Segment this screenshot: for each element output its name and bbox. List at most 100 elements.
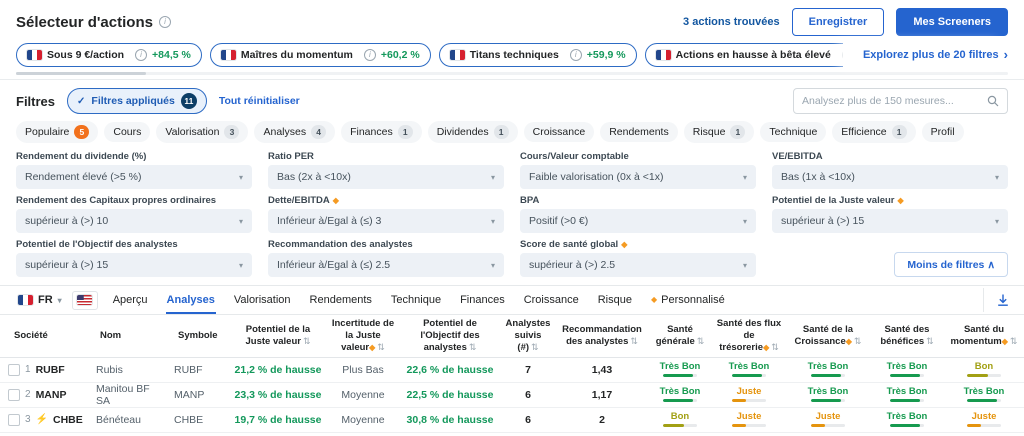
health-bar — [967, 424, 1001, 428]
category-label: Populaire — [25, 126, 70, 138]
filter-control-dette-ebitda: Dette/EBITDA ◆ Inférieur à/Egal à (≤) 3 … — [268, 195, 504, 233]
info-icon: i — [841, 48, 843, 61]
pro-diamond-icon: ◆ — [763, 342, 770, 352]
tab-croissance[interactable]: Croissance — [523, 286, 580, 314]
filter-selected-value: supérieur à (>) 15 — [25, 259, 109, 271]
filter-select[interactable]: Inférieur à/Egal à (≤) 2.5 ▾ — [268, 253, 504, 277]
category-label: Croissance — [532, 126, 586, 138]
preset-pill-titans-techniques[interactable]: Titans techniques i +59,9 % — [438, 42, 637, 67]
preset-filters-bar: Sous 9 €/action i +84,5 % Maîtres du mom… — [0, 40, 1024, 67]
table-row-manp[interactable]: 2 MANP Manitou BF SA MANP 23,3 % de haus… — [0, 383, 1024, 408]
row-checkbox[interactable] — [8, 363, 20, 376]
health-bar — [663, 374, 697, 378]
chevron-down-icon: ▾ — [490, 216, 495, 226]
info-icon: i — [569, 48, 582, 61]
filter-category-analyses[interactable]: Analyses 4 — [254, 121, 336, 143]
column-header-incertitude-de-la-juste-valeur[interactable]: Incertitude de la Juste valeur◆ ⇅ — [326, 315, 400, 357]
tab-finances[interactable]: Finances — [459, 286, 506, 314]
save-button[interactable]: Enregistrer — [791, 8, 885, 36]
column-header-sante-des-flux-de-tresorerie[interactable]: Santé des flux de trésorerie◆ ⇅ — [712, 315, 786, 357]
filter-select[interactable]: Faible valorisation (0x à <1x) ▾ — [520, 165, 756, 189]
download-button[interactable] — [983, 288, 1014, 312]
pro-diamond-icon: ◆ — [650, 295, 658, 304]
health-cell: Bon — [648, 408, 712, 432]
filter-category-cours[interactable]: Cours — [104, 122, 151, 142]
filter-label: Cours/Valeur comptable — [520, 151, 629, 162]
tab-label: Rendements — [309, 294, 372, 306]
column-header-analystes-suivis[interactable]: Analystes suivis (#) ⇅ — [500, 315, 556, 357]
filter-select[interactable]: supérieur à (>) 2.5 ▾ — [520, 253, 756, 277]
filter-select[interactable]: Bas (2x à <10x) ▾ — [268, 165, 504, 189]
reset-filters-link[interactable]: Tout réinitialiser — [219, 95, 300, 107]
fair-value-upside-cell: 19,7 % de hausse — [234, 413, 322, 426]
filter-control-potentiel-de-la-juste-valeur: Potentiel de la Juste valeur ◆ supérieur… — [772, 195, 1008, 233]
column-header-potentiel-de-la-juste-valeur[interactable]: Potentiel de la Juste valeur ⇅ — [230, 315, 326, 357]
france-flag-icon — [18, 295, 33, 305]
tab-personnalise[interactable]: ◆ Personnalisé — [650, 286, 726, 314]
column-header-potentiel-de-l-objectif-des-analystes[interactable]: Potentiel de l'Objectif des analystes ⇅ — [400, 315, 500, 357]
column-header-sante-des-benefices[interactable]: Santé des bénéfices ⇅ — [870, 315, 944, 357]
health-cell: Bon — [944, 358, 1024, 382]
chevron-down-icon: ▾ — [238, 172, 243, 182]
fair-value-upside-cell: 21,2 % de hausse — [234, 363, 322, 376]
pro-diamond-icon: ◆ — [369, 342, 376, 352]
explore-filters-link[interactable]: Explorez plus de 20 filtres › — [850, 42, 1008, 67]
filter-select[interactable]: Bas (1x à <10x) ▾ — [772, 165, 1008, 189]
less-filters-button[interactable]: Moins de filtres ∧ — [894, 252, 1008, 277]
preset-pill-sous-9-action[interactable]: Sous 9 €/action i +84,5 % — [16, 42, 202, 67]
applied-filters-pill[interactable]: ✓ Filtres appliqués 11 — [67, 88, 207, 114]
table-row-rubf[interactable]: 1 RUBF Rubis RUBF 21,2 % de hausse Plus … — [0, 358, 1024, 383]
filter-category-risque[interactable]: Risque 1 — [683, 121, 755, 143]
filter-select[interactable]: Rendement élevé (>5 %) ▾ — [16, 165, 252, 189]
filter-select[interactable]: supérieur à (>) 15 ▾ — [16, 253, 252, 277]
filter-category-technique[interactable]: Technique — [760, 122, 827, 142]
tab-analyses[interactable]: Analyses — [165, 286, 217, 314]
filter-category-croissance[interactable]: Croissance — [523, 122, 595, 142]
france-flag-icon — [27, 49, 42, 60]
results-count-link[interactable]: 3 actions trouvées — [683, 16, 780, 28]
ticker-label: RUBF — [35, 363, 65, 376]
health-label: Très Bon — [659, 385, 701, 397]
presets-scrollbar[interactable] — [16, 72, 1008, 75]
preset-pill-actions-en-hausse-a-beta-eleve[interactable]: Actions en hausse à bêta élevé i +21,8 % — [644, 42, 843, 67]
country-selector[interactable]: FR ▾ — [10, 294, 70, 306]
preset-pill-change: +84,5 % — [152, 48, 191, 61]
tab-apercu[interactable]: Aperçu — [112, 286, 149, 314]
column-header-recommandation-des-analystes[interactable]: Recommandation des analystes ⇅ — [556, 315, 648, 357]
filter-selected-value: supérieur à (>) 10 — [25, 215, 109, 227]
filter-label: Recommandation des analystes — [268, 239, 413, 250]
filter-select[interactable]: supérieur à (>) 15 ▾ — [772, 209, 1008, 233]
tab-rendements[interactable]: Rendements — [309, 286, 373, 314]
measures-search-input[interactable] — [802, 95, 981, 107]
filter-select[interactable]: supérieur à (>) 10 ▾ — [16, 209, 252, 233]
column-header-sante-de-la-croissance[interactable]: Santé de la Croissance◆ ⇅ — [786, 315, 870, 357]
us-flag-option[interactable] — [71, 290, 98, 310]
category-label: Cours — [113, 126, 142, 138]
filter-category-populaire[interactable]: Populaire 5 — [16, 121, 99, 143]
row-checkbox[interactable] — [8, 413, 20, 426]
presets-scrollbar-thumb[interactable] — [16, 72, 146, 75]
tab-valorisation[interactable]: Valorisation — [233, 286, 292, 314]
column-header-sante-du-momentum[interactable]: Santé du momentum◆ ⇅ — [944, 315, 1024, 357]
health-cell: Très Bon — [944, 383, 1024, 407]
filter-category-valorisation[interactable]: Valorisation 3 — [156, 121, 249, 143]
filter-select[interactable]: Positif (>0 €) ▾ — [520, 209, 756, 233]
table-row-chbe[interactable]: 3 ⚡ CHBE Bénéteau CHBE 19,7 % de hausse … — [0, 408, 1024, 433]
tab-technique[interactable]: Technique — [390, 286, 442, 314]
my-screeners-button[interactable]: Mes Screeners — [896, 8, 1008, 36]
filter-category-rendements[interactable]: Rendements — [600, 122, 678, 142]
chevron-right-icon: › — [1003, 47, 1008, 62]
row-checkbox[interactable] — [8, 388, 20, 401]
filter-select[interactable]: Inférieur à/Egal à (≤) 3 ▾ — [268, 209, 504, 233]
preset-pill-maitres-du-momentum[interactable]: Maîtres du momentum i +60,2 % — [209, 42, 431, 67]
column-header-sante-generale[interactable]: Santé générale ⇅ — [648, 315, 712, 357]
filter-category-finances[interactable]: Finances 1 — [341, 121, 422, 143]
france-flag-icon — [449, 49, 465, 60]
pro-diamond-icon: ◆ — [845, 336, 852, 346]
filter-category-profil[interactable]: Profil — [921, 122, 964, 142]
title-info-icon[interactable]: i — [158, 16, 171, 28]
filter-category-efficience[interactable]: Efficience 1 — [832, 121, 916, 143]
tab-risque[interactable]: Risque — [597, 286, 633, 314]
filter-category-dividendes[interactable]: Dividendes 1 — [427, 121, 518, 143]
results-section: FR ▾ Aperçu Analyses Valorisation Rendem… — [0, 285, 1024, 436]
